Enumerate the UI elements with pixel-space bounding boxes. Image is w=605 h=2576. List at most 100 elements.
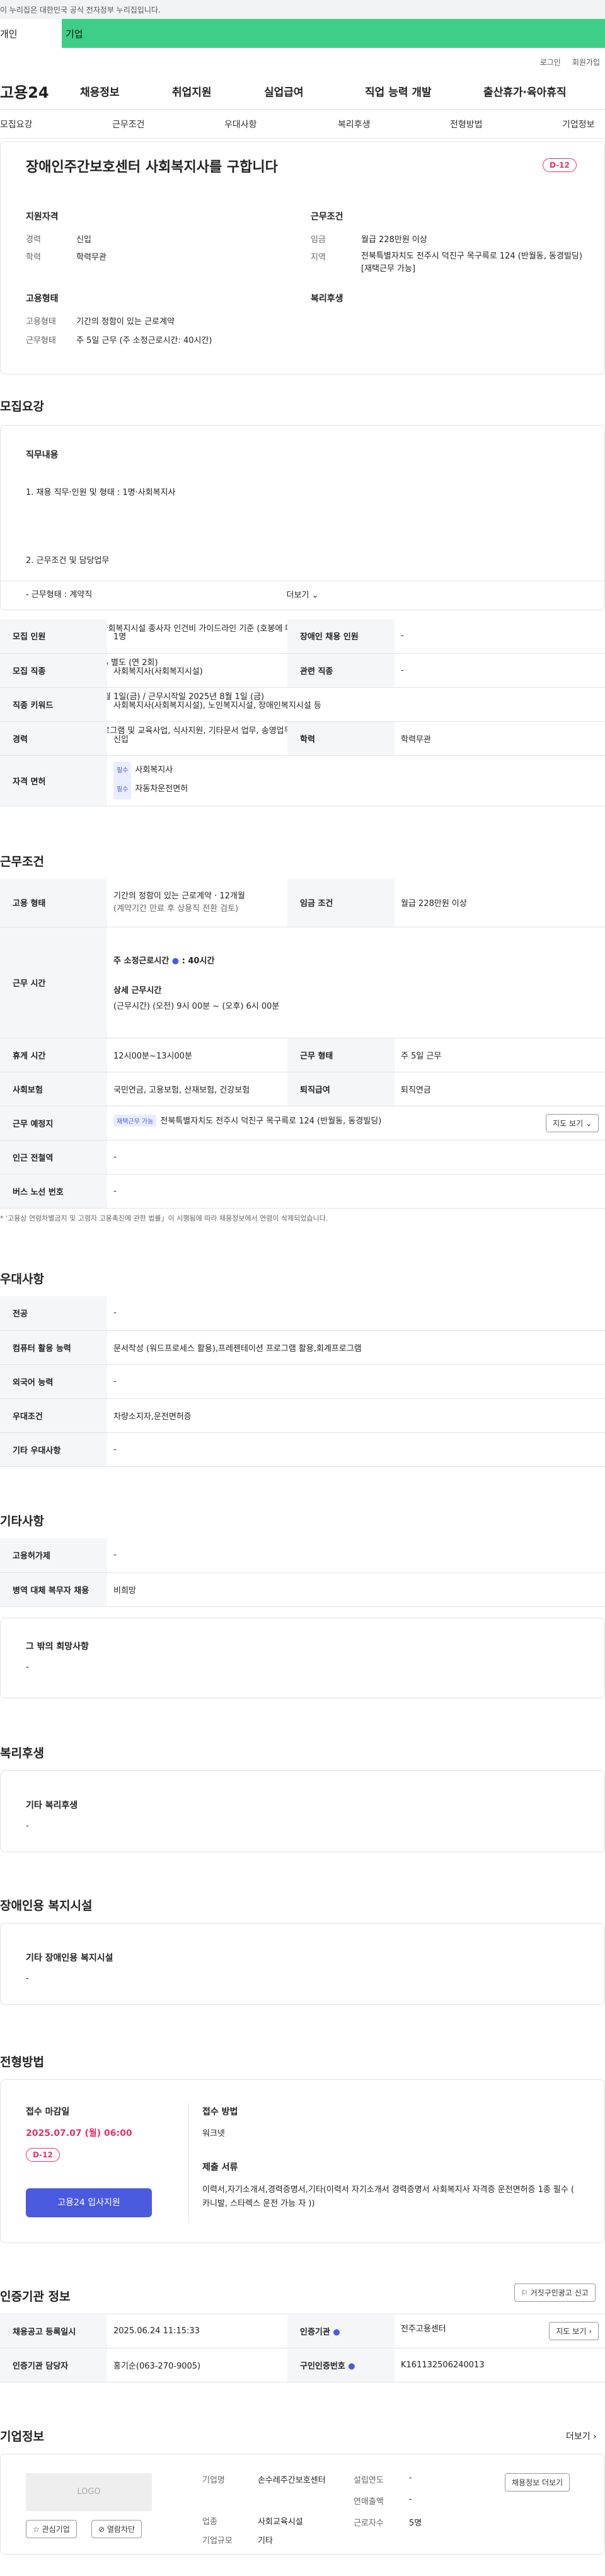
subnav-company[interactable]: 기업정보 [562, 118, 595, 131]
welfare-section-heading: 복리후생 [0, 1746, 44, 1760]
detail-value: (근무시간) (오전) 9시 00분 ~ (오후) 6시 00분 [113, 1001, 280, 1011]
company-jobs-button[interactable]: 채용정보 더보기 [505, 2473, 570, 2492]
job-title: 장애인주간보호센터 사회복지사를 구합니다 [26, 160, 278, 175]
wish-value: - [26, 1662, 29, 1672]
tab-personal[interactable]: 개인 [0, 19, 62, 48]
divider [188, 2103, 189, 2222]
chevron-down-icon: ⌄ [311, 591, 319, 600]
more-button[interactable]: 더보기 ⌄ [1, 581, 604, 610]
license-name: 사회복지사 [135, 765, 173, 775]
cell: 국민연금, 고용보험, 산재보험, 건강보험 [107, 1072, 287, 1106]
welfare-item-value: - [26, 1821, 29, 1831]
block-button[interactable]: ⊘ 열람차단 [91, 2520, 142, 2538]
recruit-table: 모집 인원 1명 장애인 채용 인원 - 모집 직종 사회복지사(사회복지시설) 관련 직… [0, 619, 605, 806]
section-nav: 모집요강 근무조건 우대사항 복리후생 전형방법 기업정보 [0, 110, 605, 139]
company-more-link[interactable]: 더보기 › [566, 2430, 597, 2442]
fav-button[interactable]: ☆ 관심기업 [26, 2520, 77, 2538]
signup-link[interactable]: 회원가입 [572, 57, 600, 73]
work-heading: 근무조건 [0, 855, 44, 869]
summary-card: 장애인주간보호센터 사회복지사를 구합니다 D-12 지원자격 경력 신입 학력… [0, 141, 605, 374]
wish-card: 그 밖의 희망사항 - [0, 1618, 605, 1698]
subnav-process[interactable]: 전형방법 [450, 118, 562, 131]
welfare-card: 기타 복리후생 - [0, 1770, 605, 1852]
subnav-welfare[interactable]: 복리후생 [338, 118, 450, 131]
cell: 2025.06.24 11:15:33 [107, 2314, 287, 2348]
agency-table: 채용공고 등록일시 2025.06.24 11:15:33 인증기관 ● 전주고용센터… [0, 2314, 605, 2382]
gnb-employment-support[interactable]: 취업지원 [172, 83, 264, 99]
cell: - [107, 1364, 605, 1399]
info-icon[interactable]: ● [333, 2328, 340, 2337]
dday-badge: D-12 [543, 158, 577, 172]
util-menu: 로그인 회원가입 [0, 48, 605, 73]
cell: 12시00분~13시00분 [107, 1038, 287, 1072]
subnav-pref[interactable]: 우대사항 [224, 118, 338, 131]
facility-card: 기타 장애인용 복지시설 - [0, 1923, 605, 2005]
report-button[interactable]: ⚐ 거짓구인광고 신고 [514, 2283, 596, 2302]
agency-map-button[interactable]: 지도 보기 › [549, 2322, 599, 2340]
info-icon[interactable]: ● [348, 2362, 355, 2371]
etype-label: 고용형태 [26, 317, 56, 327]
cell: 차량소지자,운전면허증 [107, 1398, 605, 1433]
method-value: 워크넷 [202, 2129, 225, 2138]
info-icon[interactable]: ● [172, 956, 179, 966]
docs-value: 이력서,자기소개서,경력증명서,기타(이력서 자기소개서 경력증명서 사회복지사… [202, 2185, 575, 2208]
cell-head: 인근 전철역 [0, 1140, 107, 1175]
cell: 퇴직연금 [395, 1072, 605, 1106]
map-label: 지도 보기 [556, 2327, 587, 2336]
pref-heading: 우대사항 [0, 1272, 44, 1286]
subnav-recruit[interactable]: 모집요강 [0, 118, 112, 131]
tab-company[interactable]: 기업 [62, 19, 605, 48]
agency-label: 인증기관 [300, 2328, 330, 2337]
gnb-jobs[interactable]: 채용정보 [80, 83, 172, 99]
cell-head: 퇴직급여 [287, 1072, 395, 1106]
cell-head: 모집 직종 [0, 653, 107, 688]
edu-value: 학력무관 [76, 253, 107, 262]
cell-head: 장애인 채용 인원 [287, 619, 395, 654]
table-row: 고용 형태 기간의 정함이 있는 근로계약 · 12개월 (계약기간 만료 후 상용… [0, 879, 605, 927]
loc-label: 지역 [311, 253, 326, 262]
gnb-training[interactable]: 직업 능력 개발 [365, 83, 483, 99]
cell-head: 기타 우대사항 [0, 1432, 107, 1467]
duty-line: 1. 채용 직무·인원 및 형태 : 1명·사회복지사 [26, 488, 176, 497]
site-logo[interactable]: 고용24 [0, 80, 80, 102]
login-link[interactable]: 로그인 [540, 57, 561, 73]
edu-label: 학력 [26, 253, 41, 262]
table-row: 전공 - [0, 1296, 605, 1331]
table-row: 인증기관 담당자 홍기순(063-270-9005) 구인인증번호 ● K161132… [0, 2348, 605, 2382]
cert-label: 구인인증번호 [300, 2362, 345, 2371]
company-card: LOGO ☆ 관심기업 ⊘ 열람차단 기업명 손수레주간보호센터 업종 사회교육… [0, 2454, 605, 2555]
block-label: 열람차단 [107, 2525, 135, 2534]
duty-line [26, 521, 336, 533]
table-row: 고용허가제 - [0, 1538, 605, 1573]
gnb-unemployment[interactable]: 실업급여 [264, 83, 365, 99]
table-row: 인근 전철역 - [0, 1140, 605, 1175]
facility-item-heading: 기타 장애인용 복지시설 [26, 1953, 113, 1963]
size-value: 기타 [258, 2536, 273, 2546]
name-label: 기업명 [202, 2476, 225, 2485]
welfare-heading: 복리후생 [311, 294, 343, 304]
cell-head: 인증기관 ● [287, 2314, 395, 2348]
subnav-work[interactable]: 근무조건 [112, 118, 224, 131]
table-row: 모집 인원 1명 장애인 채용 인원 - [0, 619, 605, 654]
year-label: 설립연도 [354, 2476, 384, 2485]
cell-head: 전공 [0, 1296, 107, 1331]
remote-tag: 재택근무 가능 [113, 1114, 157, 1127]
cell: - [107, 1140, 605, 1175]
gnb-leave[interactable]: 출산휴가·육아휴직 [483, 83, 567, 99]
cell: - [107, 1174, 605, 1209]
cell-head: 구인인증번호 ● [287, 2348, 395, 2382]
cell: 사회복지사(사회복지시설) [107, 653, 287, 688]
career-value: 신입 [76, 235, 91, 245]
week-label: 주 소정근로시간 [113, 956, 170, 966]
map-button[interactable]: 지도 보기 ⌄ [546, 1113, 599, 1132]
cell-head: 사회보험 [0, 1072, 107, 1106]
cell-head: 자격 면허 [0, 755, 107, 806]
cond-heading: 근무조건 [311, 212, 343, 222]
emp-label: 근로자수 [354, 2519, 384, 2528]
report-icon: ⚐ [521, 2289, 528, 2297]
cell: 월급 228만원 이상 [395, 879, 605, 927]
apply-button[interactable]: 고용24 입사지원 [26, 2188, 152, 2217]
cell-head: 휴게 시간 [0, 1038, 107, 1072]
duty-card: 직무내용 1. 채용 직무·인원 및 형태 : 1명·사회복지사 2. 근무조건… [0, 425, 605, 736]
license-item: 필수 자동차운전면허 [113, 780, 599, 799]
